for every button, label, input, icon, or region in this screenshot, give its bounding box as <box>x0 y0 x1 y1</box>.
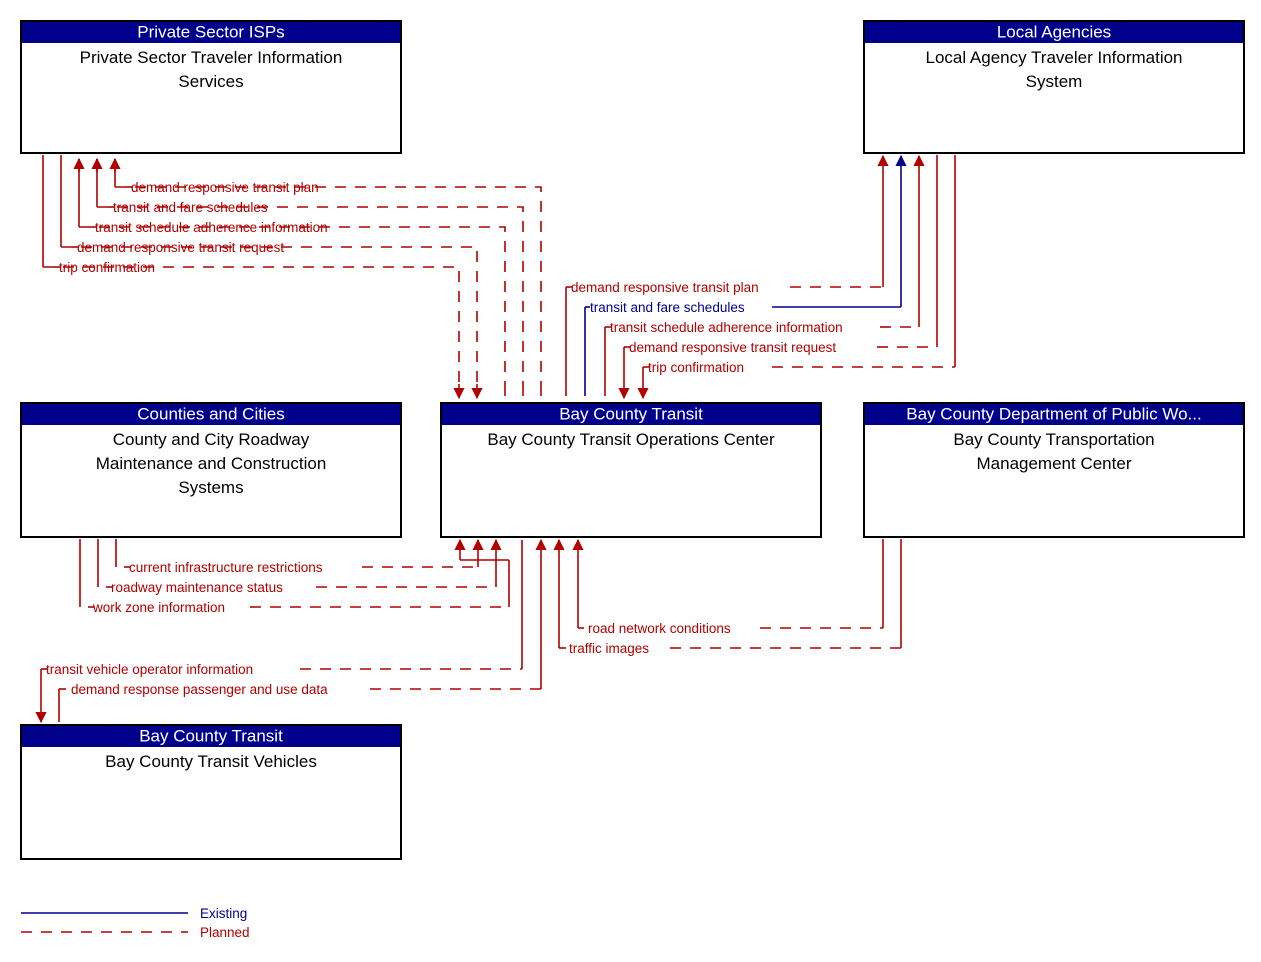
flow-label-f1: demand responsive transit plan <box>131 180 319 195</box>
legend-planned-label: Planned <box>200 925 250 940</box>
flow-label-f13: work zone information <box>92 600 225 615</box>
flow-label-f16: transit vehicle operator information <box>46 662 253 677</box>
node-local-agencies[interactable]: Local Agencies Local Agency Traveler Inf… <box>863 20 1245 154</box>
legend-existing-label: Existing <box>200 906 247 921</box>
flow-label-f6: demand responsive transit plan <box>571 280 759 295</box>
its-interconnect-diagram: Private Sector ISPs Private Sector Trave… <box>20 20 1245 940</box>
flow-label-f15: traffic images <box>569 641 649 656</box>
flow-label-f17: demand response passenger and use data <box>71 682 328 697</box>
flow-label-f8: transit schedule adherence information <box>610 320 843 335</box>
flow-label-f5: trip confirmation <box>59 260 155 275</box>
flow-label-f11: current infrastructure restrictions <box>129 560 323 575</box>
node-bay-county-transit-vehicles[interactable]: Bay County Transit Bay County Transit Ve… <box>20 724 402 860</box>
flow-label-f12: roadway maintenance status <box>111 580 283 595</box>
diagram-canvas: Private Sector ISPs Private Sector Trave… <box>0 0 1261 962</box>
node-bay-county-transit-ops[interactable]: Bay County Transit Bay County Transit Op… <box>440 402 822 538</box>
node-private-sector-isps[interactable]: Private Sector ISPs Private Sector Trave… <box>20 20 402 154</box>
flow-connector-f14 <box>572 538 884 629</box>
flow-label-f2: transit and fare schedules <box>113 200 268 215</box>
flow-label-f9: demand responsive transit request <box>629 340 836 355</box>
node-element-label: Bay County Transit Vehicles <box>105 752 317 771</box>
flow-label-f3: transit schedule adherence information <box>95 220 328 235</box>
legend: Existing Planned <box>21 906 250 940</box>
node-bay-county-dpw[interactable]: Bay County Department of Public Wo... Ba… <box>863 402 1245 538</box>
node-stakeholder-label: Bay County Transit <box>559 404 703 423</box>
node-stakeholder-label: Counties and Cities <box>137 404 284 423</box>
node-element-label: Bay County Transit Operations Center <box>487 430 775 449</box>
flow-label-f14: road network conditions <box>588 621 731 636</box>
flow-label-f4: demand responsive transit request <box>77 240 284 255</box>
flow-label-f10: trip confirmation <box>648 360 744 375</box>
node-stakeholder-label: Local Agencies <box>997 22 1111 41</box>
node-counties-and-cities[interactable]: Counties and Cities County and City Road… <box>20 402 402 538</box>
node-stakeholder-label: Private Sector ISPs <box>137 22 284 41</box>
flow-label-f7: transit and fare schedules <box>590 300 745 315</box>
node-stakeholder-label: Bay County Transit <box>139 726 283 745</box>
node-stakeholder-label: Bay County Department of Public Wo... <box>906 404 1201 423</box>
